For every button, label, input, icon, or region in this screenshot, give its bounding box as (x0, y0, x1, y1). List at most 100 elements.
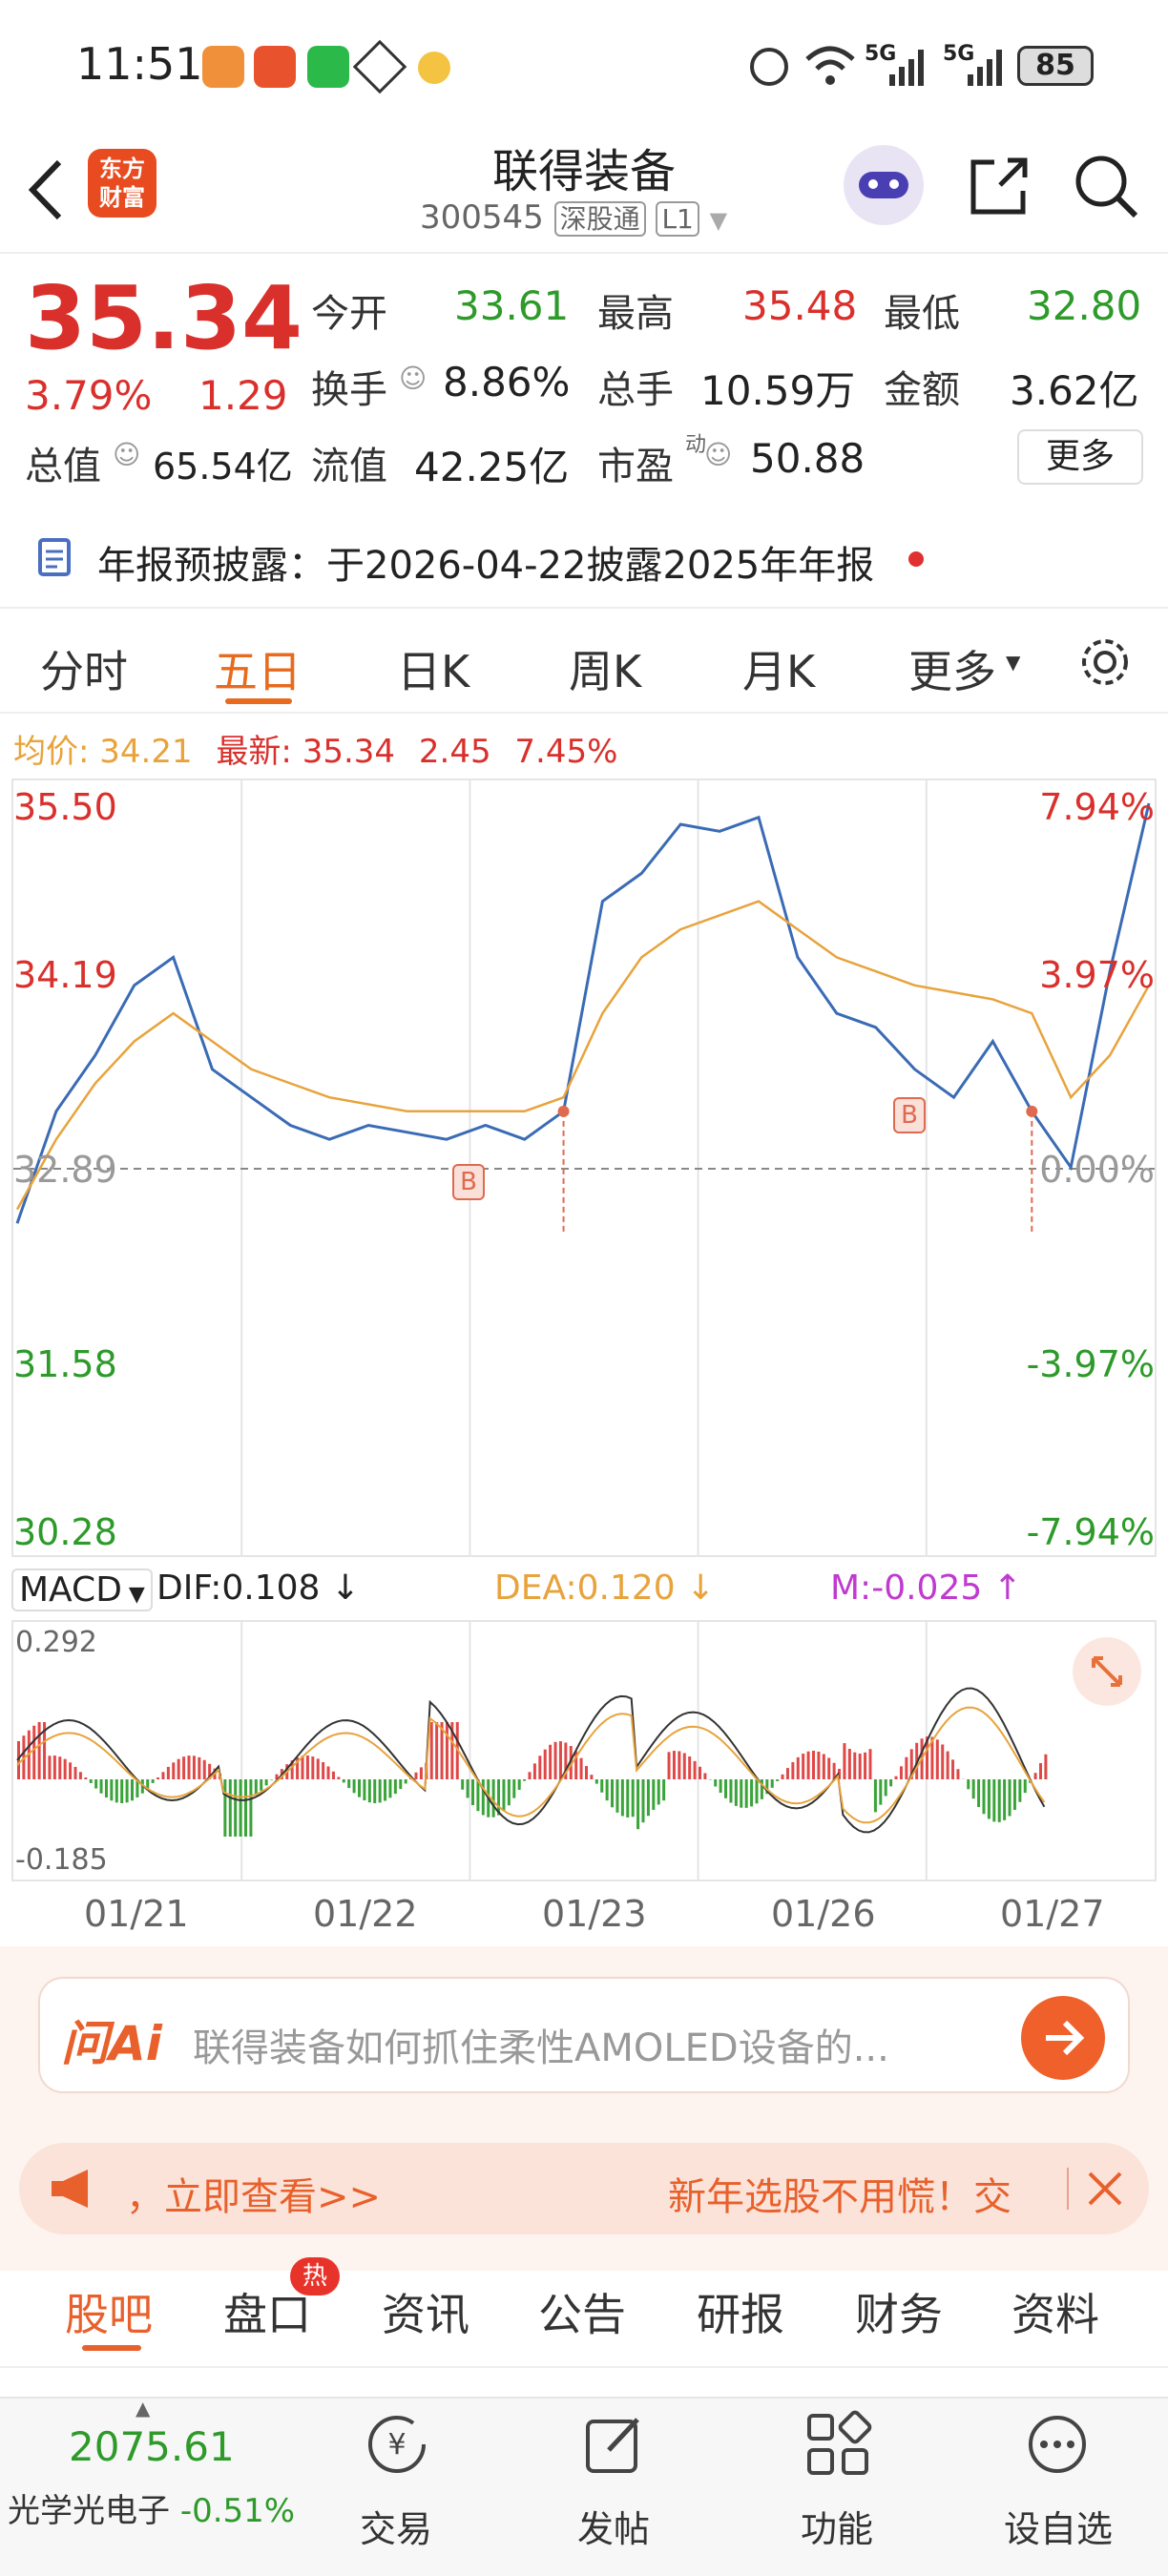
post-icon[interactable] (580, 2410, 649, 2479)
signal-icon (889, 50, 924, 86)
index-info[interactable]: 光学光电子 -0.51% (8, 2484, 295, 2531)
tab-research[interactable]: 研报 (697, 2280, 784, 2343)
more-button[interactable]: 更多 (1017, 429, 1143, 485)
ask-ai-submit-button[interactable] (1021, 1996, 1105, 2080)
macd-bar (873, 1779, 877, 1813)
macd-bar (37, 1722, 41, 1779)
price-chart[interactable] (11, 779, 1157, 1557)
tab-announcements[interactable]: 公告 (538, 2280, 626, 2343)
macd-bar (1038, 1763, 1042, 1779)
trade-icon[interactable]: ¥ (363, 2410, 431, 2479)
macd-bar (177, 1758, 180, 1779)
expand-icon[interactable] (1073, 1637, 1141, 1706)
nav-add-watchlist[interactable]: 设自选 (987, 2500, 1130, 2552)
tab-weekly-k[interactable]: 周K (569, 637, 641, 700)
macd-bar (657, 1779, 660, 1805)
dea-line (16, 1706, 1046, 1824)
macd-bar (187, 1755, 191, 1779)
back-icon[interactable] (25, 156, 67, 223)
macd-bar (770, 1779, 774, 1788)
dea-value: 0.120 (576, 1568, 676, 1608)
macd-bar (502, 1779, 506, 1812)
nav-post[interactable]: 发帖 (542, 2500, 685, 2552)
eastmoney-logo[interactable]: 东方 财富 (88, 149, 156, 218)
macd-bar (605, 1779, 609, 1801)
macd-bar (192, 1755, 196, 1779)
index-change: -0.51% (179, 2492, 296, 2530)
close-icon[interactable] (1086, 2170, 1124, 2208)
collapse-up-icon[interactable]: ▲ (136, 2397, 150, 2420)
functions-icon[interactable] (803, 2410, 872, 2479)
macd-bar (579, 1757, 583, 1779)
tab-daily-k[interactable]: 日K (397, 637, 469, 700)
logo-text-line1: 东方 (99, 156, 145, 182)
macd-bar (672, 1751, 676, 1779)
tab-more[interactable]: 更多 (908, 637, 996, 700)
settings-gear-icon[interactable] (1076, 634, 1134, 691)
tab-intraday[interactable]: 分时 (40, 637, 128, 700)
macd-bar (858, 1753, 862, 1779)
stock-code-row[interactable]: 300545 深股通 L1 ▼ (420, 198, 727, 237)
tab-profile[interactable]: 资料 (1012, 2280, 1099, 2343)
latest-label: 最新: (216, 733, 292, 771)
macd-bar (110, 1779, 114, 1801)
taobao-notification-icon (254, 46, 296, 88)
buy-marker-2[interactable]: B (893, 1097, 926, 1133)
annual-report-notice[interactable]: 年报预披露：于2026-04-22披露2025年年报 (97, 534, 874, 590)
macd-header: MACD ▼ DIF:0.108 ↓ DEA:0.120 ↓ M:-0.025 … (11, 1561, 1157, 1620)
y-tick-left-2: 32.89 (13, 1149, 117, 1191)
turnover-value: 8.86% (443, 359, 571, 405)
index-value[interactable]: 2075.61 (69, 2423, 235, 2470)
tab-more-dropdown-icon: ▼ (1006, 651, 1021, 674)
ask-ai-box[interactable]: 问Ai 联得装备如何抓住柔性AMOLED设备的... (38, 1977, 1130, 2093)
macd-bar (48, 1755, 52, 1779)
more-dots-icon[interactable] (1023, 2410, 1092, 2479)
macd-bar (32, 1725, 36, 1779)
macd-bar (104, 1779, 108, 1798)
pe-info-icon[interactable]: ☺ (704, 439, 732, 470)
macd-bar (946, 1751, 949, 1779)
macd-bar (52, 1755, 56, 1779)
macd-bar (466, 1779, 469, 1798)
buy-marker-1[interactable]: B (452, 1164, 485, 1200)
macd-bar (553, 1741, 557, 1779)
macd-bar (305, 1755, 309, 1779)
mktcap-value: 65.54亿 (153, 446, 293, 488)
tab-forum[interactable]: 股吧 (65, 2280, 153, 2343)
ai-robot-icon[interactable] (844, 145, 924, 225)
mktcap-info-icon[interactable]: ☺ (113, 439, 140, 470)
macd-bar (414, 1772, 418, 1779)
macd-bar (399, 1779, 403, 1790)
macd-bar (714, 1779, 718, 1787)
tab-five-day[interactable]: 五日 (214, 637, 302, 700)
ask-ai-input[interactable]: 联得装备如何抓住柔性AMOLED设备的... (193, 2017, 889, 2072)
tab-monthly-k[interactable]: 月K (742, 637, 815, 700)
pinwheel-notification-icon (418, 52, 450, 84)
nav-functions[interactable]: 功能 (765, 2500, 908, 2552)
macd-bar (935, 1739, 939, 1779)
macd-bar (342, 1779, 345, 1783)
promo-banner[interactable]: ，立即查看>> 新年选股不用慌！交 (19, 2143, 1149, 2234)
share-icon[interactable] (966, 153, 1032, 219)
macd-ymin: -0.185 (15, 1843, 108, 1877)
macd-bar (843, 1743, 846, 1779)
svg-text:¥: ¥ (387, 2428, 406, 2462)
macd-chart[interactable] (11, 1620, 1157, 1881)
tab-news[interactable]: 资讯 (382, 2280, 469, 2343)
search-icon[interactable] (1073, 153, 1141, 221)
dropdown-icon: ▼ (709, 207, 728, 234)
macd-bar (796, 1756, 800, 1779)
tab-financials[interactable]: 财务 (855, 2280, 943, 2343)
macd-bar (347, 1779, 351, 1789)
dif-label: DIF: (156, 1568, 222, 1608)
date-label-0: 01/21 (84, 1893, 189, 1935)
turnover-info-icon[interactable]: ☺ (399, 363, 427, 394)
macd-bar (94, 1779, 98, 1789)
macd-bar (384, 1779, 387, 1801)
macd-bar (445, 1722, 448, 1779)
macd-indicator-select[interactable]: MACD ▼ (11, 1568, 153, 1611)
macd-bar (879, 1779, 883, 1805)
current-price: 35.34 (25, 267, 303, 369)
buy-marker-point-1 (557, 1105, 570, 1117)
nav-trade[interactable]: 交易 (324, 2500, 468, 2552)
